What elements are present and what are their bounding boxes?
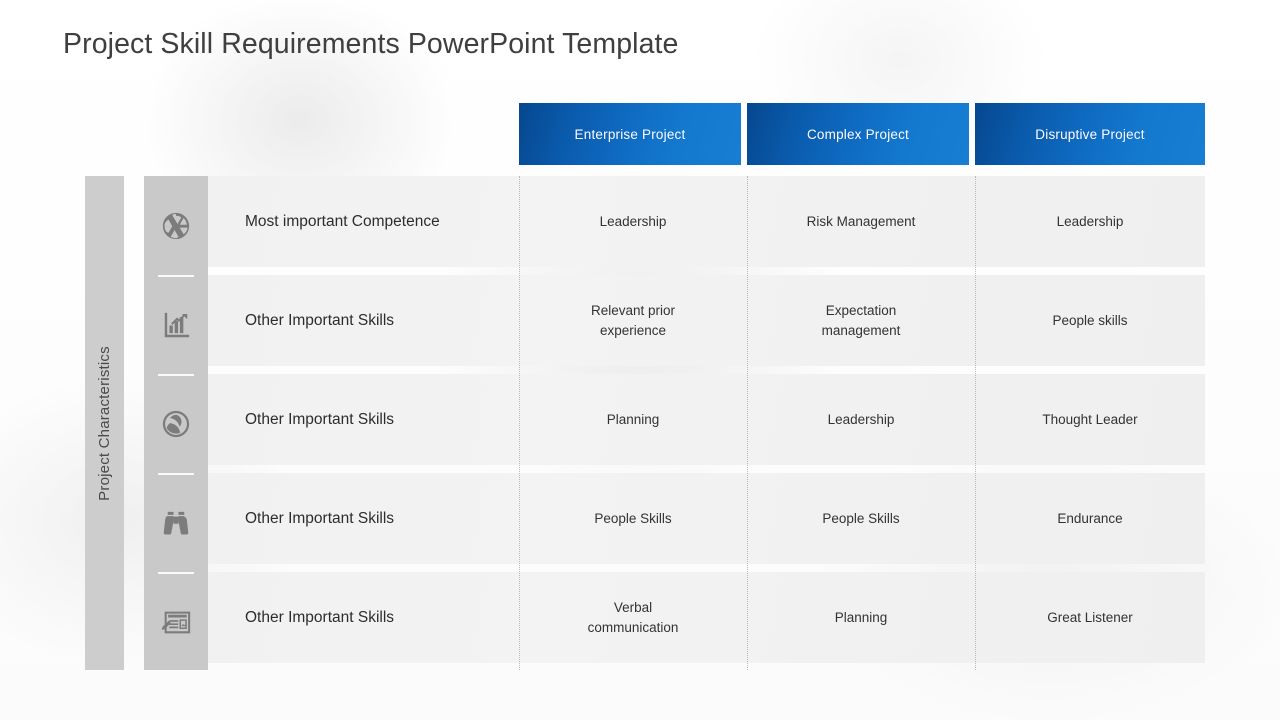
table-row[interactable]: Other Important Skills Relevant prior exp… — [208, 275, 1205, 366]
cell-enterprise: People Skills — [594, 510, 672, 526]
table-row[interactable]: Other Important Skills Verbal communicati… — [208, 572, 1205, 663]
cell-complex: Risk Management — [806, 213, 916, 229]
aperture-icon — [162, 212, 190, 239]
cell-enterprise: Verbal communication — [587, 599, 679, 635]
cell-complex: Expectation management — [821, 302, 901, 338]
project-characteristics-bar: Project Characteristics — [85, 176, 124, 670]
cell-enterprise: Leadership — [599, 213, 667, 229]
column-header-label: Complex Project — [806, 126, 910, 142]
cell-complex: Leadership — [827, 411, 895, 427]
cell-disruptive: Endurance — [1057, 510, 1123, 526]
table-row[interactable]: Most important Competence Leadership Ris… — [208, 176, 1205, 267]
news-article-icon — [161, 611, 191, 633]
row-label: Other Important Skills — [245, 608, 395, 626]
column-divider — [975, 176, 976, 670]
skills-table: Most important Competence Leadership Ris… — [208, 176, 1205, 670]
page-title: Project Skill Requirements PowerPoint Te… — [63, 28, 679, 60]
cell-enterprise: Planning — [606, 411, 660, 427]
beach-ball-icon — [162, 410, 190, 437]
binoculars-icon — [163, 511, 189, 535]
icon-cell-0 — [144, 176, 208, 275]
row-label: Other Important Skills — [245, 509, 395, 527]
slide-canvas: Project Skill Requirements PowerPoint Te… — [0, 0, 1280, 720]
column-header-complex-project[interactable]: Complex Project — [747, 103, 969, 165]
row-label: Other Important Skills — [245, 410, 395, 428]
icon-column — [144, 176, 208, 670]
table-row[interactable]: Other Important Skills People Skills Peo… — [208, 473, 1205, 564]
cell-complex: Planning — [834, 609, 888, 625]
column-divider — [519, 176, 520, 670]
cell-enterprise: Relevant prior experience — [590, 302, 676, 338]
row-label: Other Important Skills — [245, 311, 395, 329]
column-divider — [747, 176, 748, 670]
icon-cell-1 — [144, 275, 208, 374]
column-header-label: Disruptive Project — [1035, 126, 1145, 142]
column-header-disruptive-project[interactable]: Disruptive Project — [975, 103, 1205, 165]
column-header-label: Enterprise Project — [574, 126, 686, 142]
icon-cell-3 — [144, 473, 208, 572]
cell-complex: People Skills — [822, 510, 900, 526]
bar-chart-growth-icon — [164, 312, 190, 337]
cell-disruptive: Great Listener — [1047, 609, 1133, 625]
table-row[interactable]: Other Important Skills Planning Leadersh… — [208, 374, 1205, 465]
row-label: Most important Competence — [245, 212, 440, 230]
cell-disruptive: Leadership — [1056, 213, 1124, 229]
cell-disruptive: Thought Leader — [1042, 411, 1138, 427]
icon-cell-4 — [144, 572, 208, 671]
cell-disruptive: People skills — [1052, 312, 1128, 328]
icon-cell-2 — [144, 374, 208, 473]
project-characteristics-label: Project Characteristics — [96, 345, 113, 501]
column-header-enterprise-project[interactable]: Enterprise Project — [519, 103, 741, 165]
